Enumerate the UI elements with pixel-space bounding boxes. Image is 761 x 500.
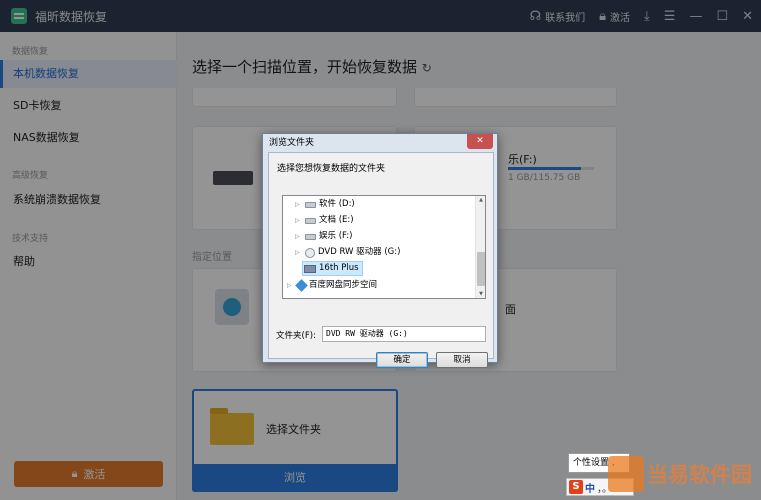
tree-item-label: DVD RW 驱动器 (G:) [318,247,401,257]
tree-item-label: 文档 (E:) [319,215,354,225]
watermark-text: 当易软件园 [647,463,752,487]
expand-icon[interactable]: ▷ [295,245,302,260]
cloud-icon [295,279,308,292]
ok-button[interactable]: 确定 [376,352,428,368]
cancel-button[interactable]: 取消 [436,352,488,368]
tree-item-f[interactable]: ▷ 娱乐 (F:) [295,229,352,244]
tree-item-label: 百度网盘同步空间 [309,280,378,290]
watermark: 当易软件园 [608,452,756,496]
dialog-title: 浏览文件夹 [269,138,315,148]
dialog-body: 选择您想恢复数据的文件夹 ▷ 软件 (D:) ▷ 文档 (E:) ▷ 娱乐 (F… [268,152,494,368]
tree-scrollbar[interactable]: ▲ ▼ [475,196,485,298]
folder-field-label: 文件夹(F): [276,331,316,341]
tree-item-label: 软件 (D:) [319,199,355,209]
dialog-close-button[interactable]: ✕ [467,134,493,149]
folder-tree[interactable]: ▷ 软件 (D:) ▷ 文档 (E:) ▷ 娱乐 (F:) ▷ DVD RW 驱… [282,195,486,299]
device-icon [304,264,316,273]
tree-item-16th-plus[interactable]: 16th Plus [302,261,363,276]
drive-icon [305,217,316,224]
expand-icon[interactable]: ▷ [295,197,302,212]
expand-icon[interactable]: ▷ [295,229,302,244]
expand-icon[interactable]: ▷ [295,213,302,228]
tree-item-label: 娱乐 (F:) [319,231,353,241]
scroll-up-icon[interactable]: ▲ [476,197,485,203]
folder-input[interactable]: DVD RW 驱动器 (G:) [322,326,486,342]
tree-item-d[interactable]: ▷ 软件 (D:) [295,197,355,212]
ime-logo-icon[interactable]: S [569,480,583,494]
expand-icon[interactable]: ▷ [287,278,294,293]
tree-item-baidu[interactable]: ▷ 百度网盘同步空间 [287,278,377,293]
scroll-thumb[interactable] [477,252,485,286]
scroll-down-icon[interactable]: ▼ [476,291,485,297]
watermark-logo-icon [608,456,644,492]
browse-folder-dialog: 浏览文件夹 ✕ 选择您想恢复数据的文件夹 ▷ 软件 (D:) ▷ 文档 (E:)… [262,133,498,368]
cd-drive-icon [305,247,315,258]
dialog-prompt: 选择您想恢复数据的文件夹 [277,164,386,174]
ime-mode[interactable]: 中 [585,480,595,495]
tree-item-g[interactable]: ▷ DVD RW 驱动器 (G:) [295,245,400,260]
tree-item-e[interactable]: ▷ 文档 (E:) [295,213,354,228]
drive-icon [305,233,316,240]
drive-icon [305,201,316,208]
tree-item-label: 16th Plus [319,263,359,273]
